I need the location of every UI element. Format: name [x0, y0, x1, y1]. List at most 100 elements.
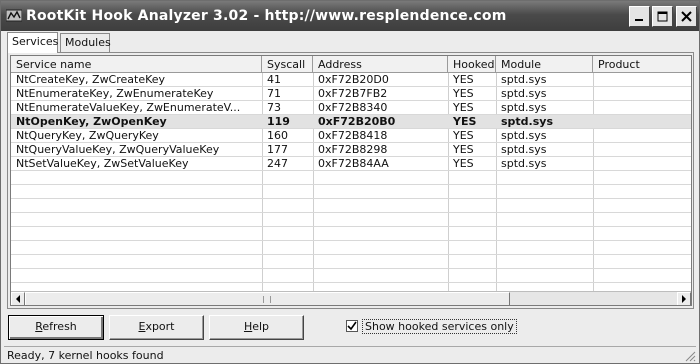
cell-hooked: YES [453, 129, 474, 142]
main-window: RootKit Hook Analyzer 3.02 - http://www.… [0, 0, 700, 364]
help-accel: H [243, 320, 253, 333]
cell-module: sptd.sys [501, 87, 547, 100]
cell-address: 0xF72B20B0 [318, 115, 396, 128]
resize-grip-icon[interactable] [684, 350, 696, 362]
help-button[interactable]: Help [209, 315, 304, 340]
grip-icon [263, 296, 271, 303]
empty-row [11, 227, 691, 241]
column-header-syscall[interactable]: Syscall [262, 56, 313, 73]
cell-hooked: YES [453, 101, 474, 114]
scroll-right-button[interactable] [677, 292, 691, 305]
export-label: xport [145, 320, 175, 333]
cell-service: NtCreateKey, ZwCreateKey [16, 73, 166, 86]
empty-row [11, 213, 691, 227]
column-header-module[interactable]: Module [496, 56, 593, 73]
checkmark-icon [347, 321, 357, 331]
app-icon [6, 9, 22, 22]
horizontal-scrollbar[interactable] [11, 291, 691, 305]
cell-product [593, 87, 691, 101]
cell-service: NtQueryValueKey, ZwQueryValueKey [16, 143, 220, 156]
cell-syscall: 160 [267, 129, 288, 142]
empty-row [11, 185, 691, 199]
cell-address: 0xF72B8298 [318, 143, 388, 156]
column-header-hooked[interactable]: Hooked [448, 56, 496, 73]
close-button[interactable] [676, 6, 697, 27]
cell-module: sptd.sys [501, 101, 547, 114]
column-header-address[interactable]: Address [313, 56, 448, 73]
cell-address: 0xF72B84AA [318, 157, 389, 170]
empty-row [11, 255, 691, 269]
scroll-left-button[interactable] [11, 292, 25, 305]
scrollbar-thumb[interactable] [25, 292, 510, 305]
cell-product [593, 73, 691, 87]
column-header-service-name[interactable]: Service name [11, 56, 262, 73]
cell-syscall: 41 [267, 73, 281, 86]
cell-syscall: 119 [267, 115, 290, 128]
empty-row [11, 269, 691, 283]
tab-modules[interactable]: Modules [60, 33, 111, 52]
cell-module: sptd.sys [501, 73, 547, 86]
tab-services-label: Services [12, 35, 59, 48]
cell-service: NtQueryKey, ZwQueryKey [16, 129, 159, 142]
cell-product [593, 101, 691, 115]
minimize-icon [635, 19, 643, 21]
status-bar: Ready, 7 kernel hooks found [4, 346, 696, 363]
list-header: Service name Syscall Address Hooked Modu… [11, 56, 691, 73]
column-header-product[interactable]: Product [593, 56, 691, 73]
cell-product [593, 143, 691, 157]
cell-syscall: 73 [267, 101, 281, 114]
refresh-button[interactable]: Refresh [8, 315, 104, 340]
checkbox-box[interactable] [346, 320, 358, 332]
list-rows: NtCreateKey, ZwCreateKey 41 0xF72B20D0 Y… [11, 73, 691, 291]
cell-product [593, 129, 691, 143]
cell-hooked: YES [453, 73, 474, 86]
table-row-selected[interactable]: NtOpenKey, ZwOpenKey 119 0xF72B20B0 YES … [11, 115, 691, 129]
table-row[interactable]: NtEnumerateKey, ZwEnumerateKey 71 0xF72B… [11, 87, 691, 101]
table-row[interactable]: NtQueryValueKey, ZwQueryValueKey 177 0xF… [11, 143, 691, 157]
window-title: RootKit Hook Analyzer 3.02 - http://www.… [26, 8, 507, 24]
cell-syscall: 247 [267, 157, 288, 170]
refresh-label: efresh [42, 320, 77, 333]
cell-syscall: 71 [267, 87, 281, 100]
cell-product [593, 115, 691, 129]
empty-row [11, 199, 691, 213]
cell-module: sptd.sys [501, 143, 547, 156]
cell-address: 0xF72B7FB2 [318, 87, 388, 100]
cell-address: 0xF72B20D0 [318, 73, 389, 86]
checkbox-label: Show hooked services only [362, 319, 517, 334]
cell-address: 0xF72B8418 [318, 129, 388, 142]
arrow-left-icon [16, 295, 20, 303]
cell-service: NtOpenKey, ZwOpenKey [16, 115, 167, 128]
cell-service: NtEnumerateValueKey, ZwEnumerateV... [16, 101, 241, 114]
cell-product [593, 157, 691, 171]
status-text: Ready, 7 kernel hooks found [7, 349, 164, 362]
empty-row [11, 171, 691, 185]
arrow-right-icon [682, 295, 686, 303]
services-list[interactable]: Service name Syscall Address Hooked Modu… [10, 55, 692, 306]
title-bar[interactable]: RootKit Hook Analyzer 3.02 - http://www.… [1, 1, 699, 31]
tab-services[interactable]: Services [7, 32, 58, 53]
export-button[interactable]: Export [109, 315, 204, 340]
tab-modules-label: Modules [65, 36, 111, 49]
minimize-button[interactable] [629, 6, 650, 27]
table-row[interactable]: NtQueryKey, ZwQueryKey 160 0xF72B8418 YE… [11, 129, 691, 143]
maximize-button[interactable] [652, 6, 673, 27]
cell-hooked: YES [453, 87, 474, 100]
close-icon [681, 11, 692, 22]
cell-service: NtEnumerateKey, ZwEnumerateKey [16, 87, 214, 100]
cell-module: sptd.sys [501, 157, 547, 170]
maximize-icon [657, 11, 668, 22]
cell-address: 0xF72B8340 [318, 101, 388, 114]
cell-hooked: YES [453, 143, 474, 156]
table-row[interactable]: NtCreateKey, ZwCreateKey 41 0xF72B20D0 Y… [11, 73, 691, 87]
cell-hooked: YES [453, 157, 474, 170]
cell-module: sptd.sys [501, 129, 547, 142]
cell-module: sptd.sys [501, 115, 553, 128]
empty-row [11, 241, 691, 255]
table-row[interactable]: NtEnumerateValueKey, ZwEnumerateV... 73 … [11, 101, 691, 115]
cell-syscall: 177 [267, 143, 288, 156]
help-label: elp [252, 320, 270, 333]
table-row[interactable]: NtSetValueKey, ZwSetValueKey 247 0xF72B8… [11, 157, 691, 171]
cell-hooked: YES [453, 115, 477, 128]
cell-service: NtSetValueKey, ZwSetValueKey [16, 157, 189, 170]
